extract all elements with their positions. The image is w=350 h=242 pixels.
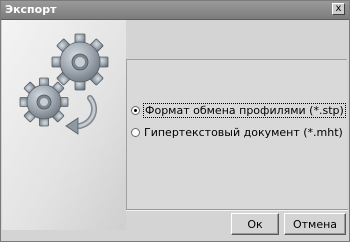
title-bar: Экспорт x <box>1 1 349 20</box>
window-title: Экспорт <box>5 3 57 16</box>
option-mht[interactable]: Гипертекстовый документ (*.mht) <box>131 125 343 139</box>
close-icon: x <box>335 3 342 14</box>
ok-button[interactable]: Ок <box>231 213 279 235</box>
button-separator <box>126 209 348 211</box>
option-stp[interactable]: Формат обмена профилями (*.stp) <box>131 102 346 118</box>
gears-cycle-icon <box>2 20 126 230</box>
close-button[interactable]: x <box>332 3 345 15</box>
export-dialog: Экспорт x Формат обмена профилями (*.stp… <box>0 0 350 242</box>
options-panel: Формат обмена профилями (*.stp) Гипертек… <box>126 59 347 210</box>
cancel-button[interactable]: Отмена <box>284 213 346 235</box>
option-mht-label: Гипертекстовый документ (*.mht) <box>144 125 343 139</box>
option-stp-label: Формат обмена профилями (*.stp) <box>143 102 346 118</box>
radio-stp[interactable] <box>131 105 140 115</box>
radio-mht[interactable] <box>131 127 140 137</box>
